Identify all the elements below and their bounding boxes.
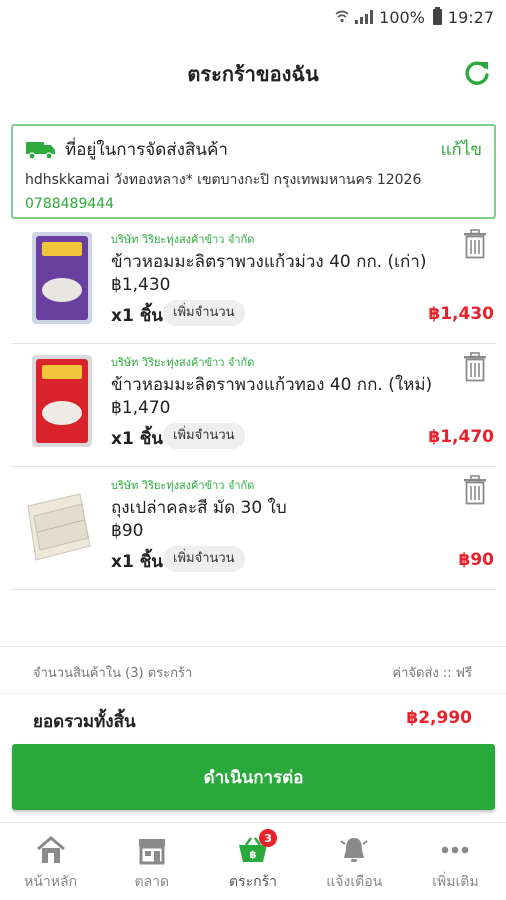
bottom-nav: หน้าหลัก ตลาด ฿ 3 ตระกร้า แจ้งเตือน เพิ่… xyxy=(0,822,506,900)
signal-icon xyxy=(355,10,374,24)
nav-market[interactable]: ตลาด xyxy=(101,823,202,900)
trash-icon[interactable] xyxy=(462,474,488,506)
nav-more-label: เพิ่มเติม xyxy=(432,874,479,890)
product-image xyxy=(32,232,92,324)
item-divider xyxy=(11,466,496,467)
unit-price: ฿90 xyxy=(111,521,144,541)
cart-count-badge: 3 xyxy=(259,829,278,847)
wifi-icon xyxy=(335,8,349,27)
item-divider xyxy=(11,589,496,590)
item-divider xyxy=(11,343,496,344)
cart-item-count: จำนวนสินค้าใน (3) ตระกร้า xyxy=(33,666,193,681)
status-bar: 100% 19:27 xyxy=(0,0,506,34)
product-name[interactable]: ข้าวหอมมะลิตราพวงแก้วม่วง 40 กก. (เก่า) xyxy=(111,248,451,275)
unit-price: ฿1,430 xyxy=(111,275,171,295)
shipping-address-heading: ที่อยู่ในการจัดส่งสินค้า xyxy=(25,136,228,163)
nav-home-label: หน้าหลัก xyxy=(24,874,78,890)
item-total: ฿1,470 xyxy=(428,427,494,447)
seller-name: บริษัท วิริยะทุ่งสงค้าข้าว จำกัด xyxy=(111,479,255,492)
header: ตระกร้าของฉัน xyxy=(0,34,506,114)
address-phone: 0788489444 xyxy=(25,196,115,212)
product-name[interactable]: ถุงเปล่าคละสี มัด 30 ใบ xyxy=(111,494,451,521)
product-image xyxy=(32,355,92,447)
battery-icon xyxy=(432,7,442,25)
cart-item: บริษัท วิริยะทุ่งสงค้าข้าว จำกัด ข้าวหอม… xyxy=(11,347,496,467)
checkout-button[interactable]: ดำเนินการต่อ xyxy=(12,744,495,810)
nav-notifications-label: แจ้งเตือน xyxy=(326,874,383,890)
unit-price: ฿1,470 xyxy=(111,398,171,418)
trash-icon[interactable] xyxy=(462,351,488,383)
seller-name: บริษัท วิริยะทุ่งสงค้าข้าว จำกัด xyxy=(111,356,255,369)
clock: 19:27 xyxy=(447,7,494,27)
quantity: x1 ชิ้น xyxy=(111,429,163,449)
item-total: ฿1,430 xyxy=(428,304,494,324)
product-name[interactable]: ข้าวหอมมะลิตราพวงแก้วทอง 40 กก. (ใหม่) xyxy=(111,371,451,398)
summary-divider xyxy=(0,693,506,694)
svg-text:฿: ฿ xyxy=(250,850,257,861)
nav-cart[interactable]: ฿ 3 ตระกร้า xyxy=(202,823,303,900)
battery-level: 100% xyxy=(379,7,425,27)
shipping-address-card: ที่อยู่ในการจัดส่งสินค้า แก้ไข hdhskkama… xyxy=(11,124,496,219)
nav-cart-label: ตระกร้า xyxy=(229,874,277,890)
quantity: x1 ชิ้น xyxy=(111,552,163,572)
shipping-fee: ค่าจัดส่ง :: ฟรี xyxy=(392,666,472,681)
home-icon xyxy=(36,836,65,863)
address-line: hdhskkamai วังทองหลาง* เขตบางกะปิ กรุงเท… xyxy=(25,172,422,188)
store-icon xyxy=(138,839,165,865)
edit-address-link[interactable]: แก้ไข xyxy=(441,136,482,163)
grand-total-label: ยอดรวมทั้งสิ้น xyxy=(33,712,136,732)
cart-item: บริษัท วิริยะทุ่งสงค้าข้าว จำกัด ข้าวหอม… xyxy=(11,224,496,344)
summary-divider xyxy=(0,646,506,647)
trash-icon[interactable] xyxy=(462,228,488,260)
add-quantity-button[interactable]: เพิ่มจำนวน xyxy=(163,300,245,326)
product-image xyxy=(27,493,91,561)
seller-name: บริษัท วิริยะทุ่งสงค้าข้าว จำกัด xyxy=(111,233,255,246)
more-dots-icon xyxy=(442,846,469,854)
quantity: x1 ชิ้น xyxy=(111,306,163,326)
grand-total-value: ฿2,990 xyxy=(406,708,472,728)
bell-icon xyxy=(340,838,368,862)
nav-notifications[interactable]: แจ้งเตือน xyxy=(304,823,405,900)
item-total: ฿90 xyxy=(458,550,495,570)
refresh-icon[interactable] xyxy=(462,58,492,88)
page-title: ตระกร้าของฉัน xyxy=(187,62,319,86)
nav-more[interactable]: เพิ่มเติม xyxy=(405,823,506,900)
shipping-address-title: ที่อยู่ในการจัดส่งสินค้า xyxy=(65,140,228,160)
cart-item: บริษัท วิริยะทุ่งสงค้าข้าว จำกัด ถุงเปล่… xyxy=(11,470,496,590)
add-quantity-button[interactable]: เพิ่มจำนวน xyxy=(163,546,245,572)
nav-home[interactable]: หน้าหลัก xyxy=(0,823,101,900)
delivery-truck-icon xyxy=(26,141,55,160)
nav-market-label: ตลาด xyxy=(134,874,170,890)
add-quantity-button[interactable]: เพิ่มจำนวน xyxy=(163,423,245,449)
